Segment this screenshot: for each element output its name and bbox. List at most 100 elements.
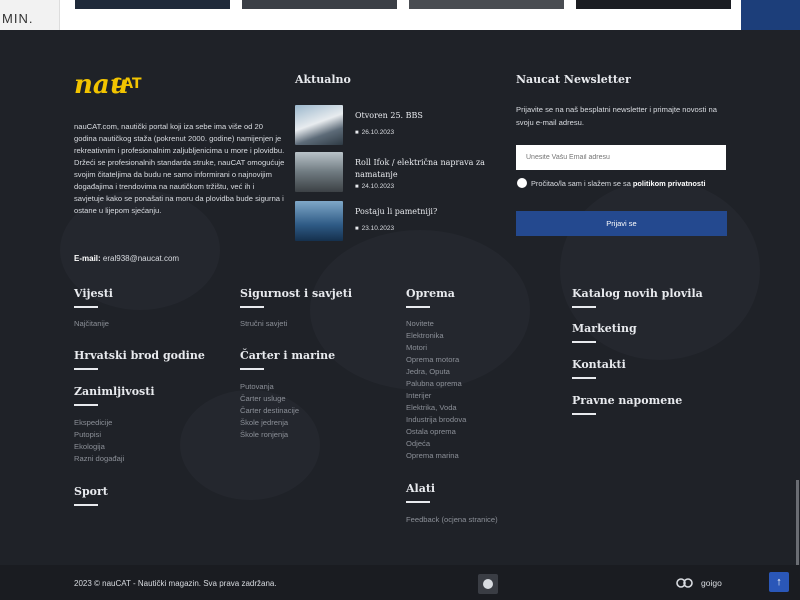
news-title[interactable]: Otvoren 25. BBS — [355, 110, 495, 122]
heading-text: Vijesti — [74, 287, 113, 300]
heading-text: Sigurnost i savjeti — [240, 287, 353, 300]
footer-link[interactable]: Najčitanije — [74, 318, 109, 330]
footer-link[interactable]: Industrija brodova — [406, 414, 466, 426]
heading-underline — [240, 306, 264, 308]
heading-text: Hrvatski brod godine — [74, 349, 205, 362]
col-heading-pravne[interactable]: Pravne napomene — [572, 394, 682, 415]
link-list-oprema: Novitete Elektronika Motori Oprema motor… — [406, 318, 466, 462]
news-item[interactable]: Postaju li pametniji? 23.10.2023 — [295, 201, 495, 243]
col-heading-zanimljivosti[interactable]: Zanimljivosti — [74, 385, 155, 406]
goigo-logo-icon[interactable] — [676, 578, 693, 588]
newsletter-email-input[interactable] — [516, 145, 726, 170]
heading-text: Sport — [74, 485, 108, 498]
partner-logo-text: MIN. — [2, 11, 34, 26]
footer-link[interactable]: Čarter destinacije — [240, 405, 299, 417]
footer-link[interactable]: Oprema marina — [406, 450, 466, 462]
heading-text: Zanimljivosti — [74, 385, 155, 398]
heading-underline — [572, 341, 596, 343]
news-title[interactable]: Postaju li pametniji? — [355, 206, 495, 218]
footer-link[interactable]: Jedra, Oputa — [406, 366, 466, 378]
privacy-policy-link[interactable]: politikom privatnosti — [633, 179, 706, 188]
top-thumbnail[interactable] — [409, 0, 564, 9]
col-heading-kontakti[interactable]: Kontakti — [572, 358, 626, 379]
bottom-bar: 2023 © nauCAT - Nautički magazin. Sva pr… — [0, 565, 800, 600]
footer-link[interactable]: Interijer — [406, 390, 466, 402]
email-link[interactable]: eral938@naucat.com — [103, 254, 179, 263]
heading-underline — [572, 306, 596, 308]
news-item[interactable]: Otvoren 25. BBS 26.10.2023 — [295, 105, 495, 147]
footer-link[interactable]: Novitete — [406, 318, 466, 330]
col-heading-hrvatski-brod[interactable]: Hrvatski brod godine — [74, 349, 205, 370]
news-thumbnail[interactable] — [295, 152, 343, 192]
arrow-up-icon: ↑ — [776, 576, 782, 588]
footer-link[interactable]: Čarter usluge — [240, 393, 299, 405]
footer-link[interactable]: Ekologija — [74, 441, 124, 453]
logo-cat: CAT — [112, 76, 142, 92]
footer-link[interactable]: Razni događaji — [74, 453, 124, 465]
link-list-alati: Feedback (ocjena stranice) — [406, 514, 498, 526]
heading-underline — [406, 306, 430, 308]
naucat-logo[interactable]: nau CAT — [74, 70, 146, 110]
news-heading: Aktualno — [295, 73, 351, 86]
heading-underline — [74, 404, 98, 406]
news-date: 26.10.2023 — [355, 129, 395, 136]
footer-link[interactable]: Škole jedrenja — [240, 417, 299, 429]
heading-underline — [240, 368, 264, 370]
heading-text: Marketing — [572, 322, 637, 335]
footer-link[interactable]: Palubna oprema — [406, 378, 466, 390]
email-line: E-mail: eral938@naucat.com — [74, 254, 179, 263]
privacy-checkbox[interactable] — [517, 178, 527, 188]
news-item[interactable]: Roll Ifok / električna naprava za namata… — [295, 152, 495, 194]
heading-text: Pravne napomene — [572, 394, 683, 407]
news-heading-text: Aktualno — [295, 73, 351, 86]
footer-link[interactable]: Oprema motora — [406, 354, 466, 366]
top-strip: MIN. — [0, 0, 800, 30]
link-list-zanimljivosti: Ekspedicije Putopisi Ekologija Razni dog… — [74, 417, 124, 465]
footer-link[interactable]: Ekspedicije — [74, 417, 124, 429]
col-heading-carter[interactable]: Čarter i marine — [240, 349, 335, 370]
footer-link[interactable]: Elektronika — [406, 330, 466, 342]
top-thumbnail[interactable] — [576, 0, 731, 9]
news-thumbnail[interactable] — [295, 201, 343, 241]
subscribe-button[interactable]: Prijavi se — [516, 211, 727, 236]
col-heading-vijesti[interactable]: Vijesti — [74, 287, 113, 308]
link-list-vijesti: Najčitanije — [74, 318, 109, 330]
top-right-banner[interactable] — [741, 0, 800, 30]
news-date: 23.10.2023 — [355, 225, 395, 232]
top-thumbnail[interactable] — [242, 0, 397, 9]
col-heading-oprema[interactable]: Oprema — [406, 287, 455, 308]
link-list-carter: Putovanja Čarter usluge Čarter destinaci… — [240, 381, 299, 441]
col-heading-sport[interactable]: Sport — [74, 485, 108, 506]
footer-link[interactable]: Elektrika, Voda — [406, 402, 466, 414]
col-heading-marketing[interactable]: Marketing — [572, 322, 637, 343]
col-heading-sigurnost[interactable]: Sigurnost i savjeti — [240, 287, 352, 308]
footer-link[interactable]: Škole ronjenja — [240, 429, 299, 441]
heading-underline — [572, 377, 596, 379]
footer-link[interactable]: Odjeća — [406, 438, 466, 450]
heading-text: Katalog novih plovila — [572, 287, 703, 300]
top-thumbnail[interactable] — [75, 0, 230, 9]
footer-link[interactable]: Feedback (ocjena stranice) — [406, 514, 498, 526]
heading-text: Čarter i marine — [240, 349, 336, 362]
footer-link[interactable]: Stručni savjeti — [240, 318, 287, 330]
heading-underline — [74, 368, 98, 370]
heading-text: Alati — [406, 482, 436, 495]
facebook-icon[interactable] — [478, 574, 498, 594]
email-label: E-mail: — [74, 254, 101, 263]
footer-link[interactable]: Motori — [406, 342, 466, 354]
col-heading-katalog[interactable]: Katalog novih plovila — [572, 287, 703, 308]
goigo-label[interactable]: goigo — [701, 578, 722, 588]
news-thumbnail[interactable] — [295, 105, 343, 145]
partner-logo-fragment[interactable]: MIN. — [0, 0, 60, 30]
heading-underline — [572, 413, 596, 415]
scrollbar-thumb[interactable] — [796, 480, 799, 565]
footer-link[interactable]: Ostala oprema — [406, 426, 466, 438]
news-title[interactable]: Roll Ifok / električna naprava za namata… — [355, 157, 495, 181]
footer-link[interactable]: Putovanja — [240, 381, 299, 393]
heading-text: Kontakti — [572, 358, 626, 371]
link-list-sigurnost: Stručni savjeti — [240, 318, 287, 330]
back-to-top-button[interactable]: ↑ — [769, 572, 789, 592]
footer-link[interactable]: Putopisi — [74, 429, 124, 441]
col-heading-alati[interactable]: Alati — [406, 482, 435, 503]
heading-text: Oprema — [406, 287, 455, 300]
